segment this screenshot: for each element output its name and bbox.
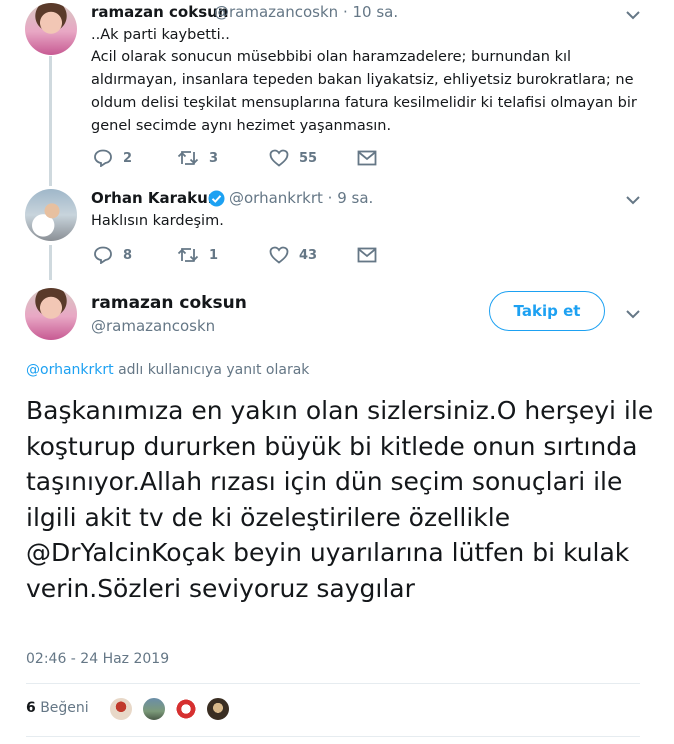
divider (26, 736, 640, 737)
reply-context: @orhankrkrt adlı kullanıcıya yanıt olara… (26, 362, 309, 378)
liker-avatar[interactable] (205, 696, 231, 722)
likes-count: 6 (26, 700, 36, 716)
chevron-down-icon[interactable] (625, 306, 641, 322)
retweet-button[interactable]: 3 (177, 149, 269, 167)
author-handle[interactable]: @orhankrkrt · 9 sa. (229, 189, 373, 207)
divider (26, 683, 640, 684)
reply-button[interactable]: 2 (93, 149, 177, 167)
author-name[interactable]: ramazan coksun (91, 293, 247, 313)
heart-icon (269, 246, 289, 264)
likes-label: Beğeni (40, 700, 89, 716)
like-button[interactable]: 55 (269, 149, 357, 167)
reply-icon (94, 149, 112, 167)
main-tweet-text: Başkanımıza en yakın olan sizlersiniz.O … (26, 396, 654, 603)
reply-icon (94, 246, 112, 264)
liker-avatar[interactable] (173, 696, 199, 722)
envelope-icon (357, 150, 377, 166)
tweet-text-line1: ..Ak parti kaybetti.. (91, 27, 230, 43)
verified-icon (208, 190, 225, 207)
reply-count: 8 (123, 247, 133, 263)
tweet-actions: 8 1 43 (93, 246, 377, 264)
retweet-count: 3 (209, 150, 219, 166)
reply-to-label: adlı kullanıcıya yanıt olarak (118, 362, 310, 378)
dm-button[interactable] (357, 247, 377, 263)
avatar[interactable] (25, 3, 77, 55)
follow-button[interactable]: Takip et (489, 291, 605, 331)
liker-avatar[interactable] (108, 696, 134, 722)
envelope-icon (357, 247, 377, 263)
retweet-count: 1 (209, 247, 219, 263)
liker-avatar[interactable] (141, 696, 167, 722)
author-name[interactable]: Orhan Karakurt (91, 189, 222, 207)
timestamp[interactable]: · 9 sa. (328, 189, 374, 207)
retweet-icon (177, 247, 199, 263)
thread-line (49, 245, 52, 280)
reply-button[interactable]: 8 (93, 246, 177, 264)
handle[interactable]: @orhankrkrt (229, 189, 323, 207)
chevron-down-icon[interactable] (625, 192, 641, 208)
heart-icon (269, 149, 289, 167)
tweet-actions: 2 3 55 (93, 149, 377, 167)
reply-count: 2 (123, 150, 133, 166)
tweet-text: Acil olarak sonucun müsebbibi olan haram… (91, 49, 637, 134)
retweet-icon (177, 150, 199, 166)
like-button[interactable]: 43 (269, 246, 357, 264)
author-handle[interactable]: @ramazancoskn · 10 sa. (214, 3, 398, 21)
retweet-button[interactable]: 1 (177, 246, 269, 264)
avatar[interactable] (25, 288, 77, 340)
timestamp[interactable]: · 10 sa. (343, 3, 398, 21)
like-count: 43 (299, 247, 318, 263)
avatar[interactable] (25, 189, 77, 241)
tweet-text: Haklısın kardeşim. (91, 213, 224, 229)
likes-summary[interactable]: 6 Beğeni (26, 700, 89, 716)
tweet-timestamp[interactable]: 02:46 - 24 Haz 2019 (26, 651, 169, 667)
handle[interactable]: @ramazancoskn (214, 3, 338, 21)
author-name[interactable]: ramazan coksun (91, 3, 228, 21)
reply-to-handle[interactable]: @orhankrkrt (26, 362, 114, 378)
author-handle[interactable]: @ramazancoskn (91, 317, 215, 335)
dm-button[interactable] (357, 150, 377, 166)
chevron-down-icon[interactable] (625, 7, 641, 23)
like-count: 55 (299, 150, 318, 166)
thread-line (49, 56, 52, 186)
